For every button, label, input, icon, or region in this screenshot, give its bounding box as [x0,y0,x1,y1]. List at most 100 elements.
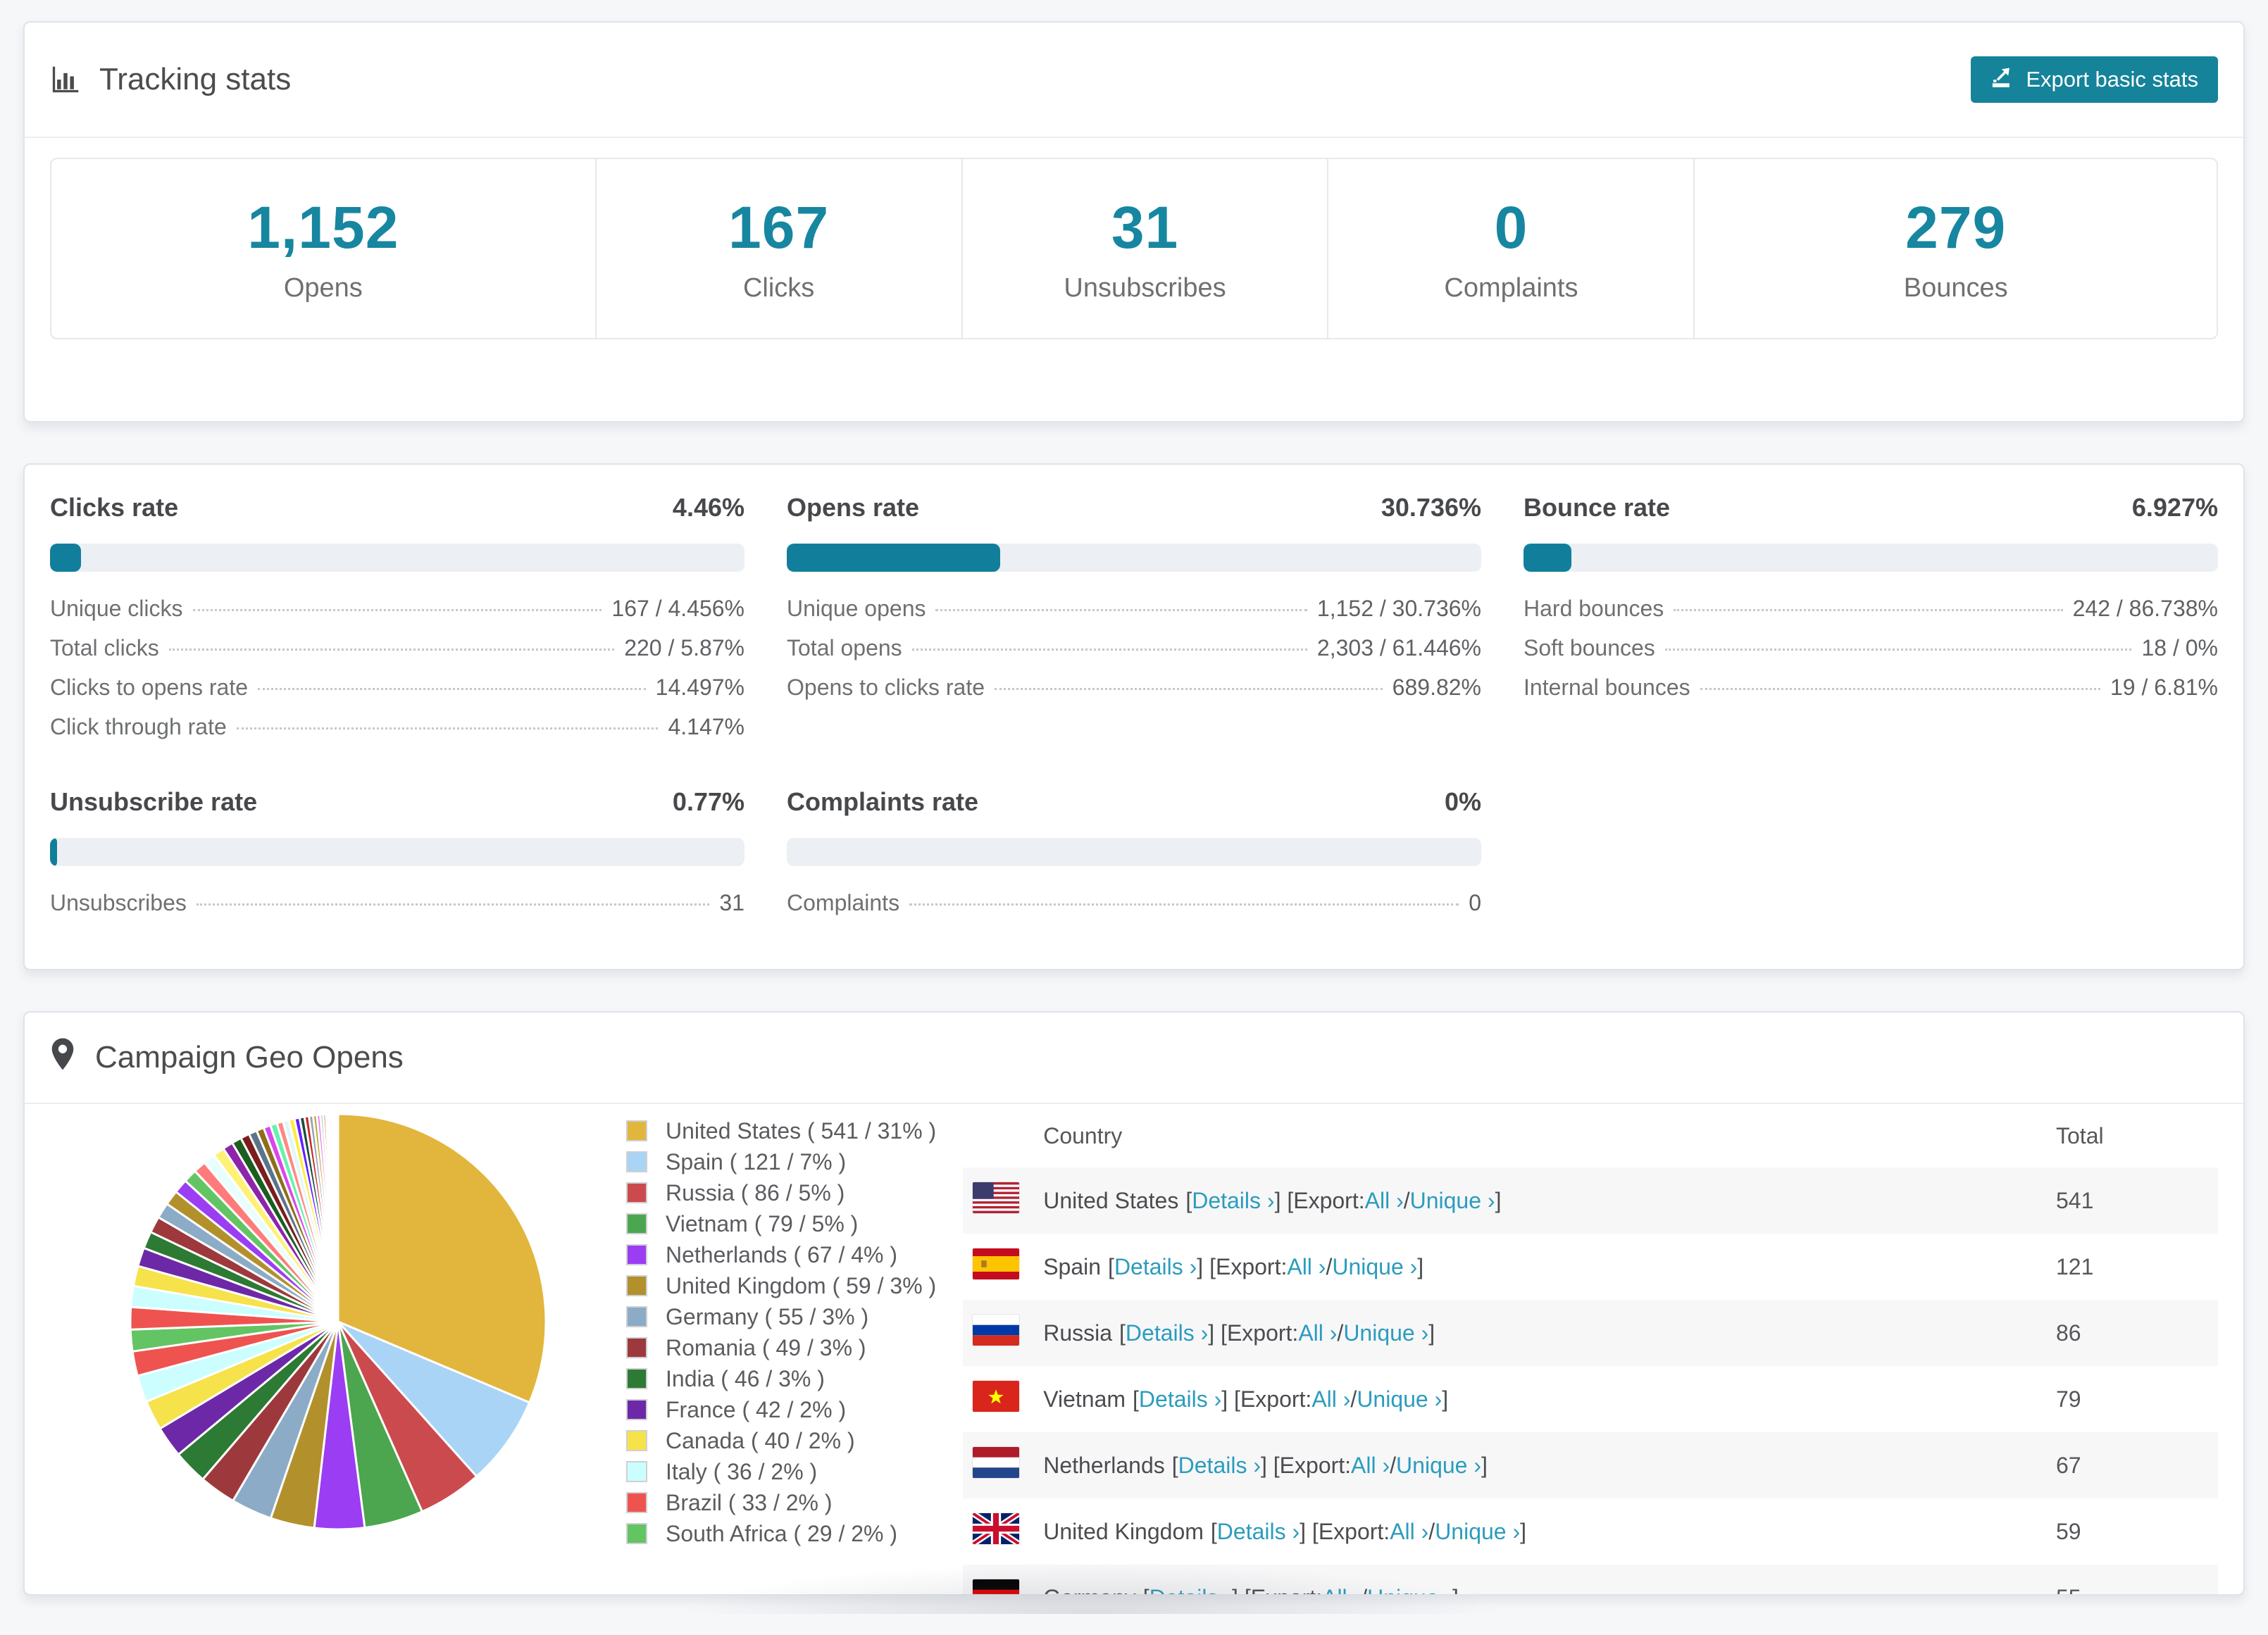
export-unique-link[interactable]: Unique › [1332,1254,1417,1280]
rate-percent: 6.927% [2132,493,2218,522]
rate-row-value: 242 / 86.738% [2073,596,2218,622]
export-basic-stats-button[interactable]: Export basic stats [1971,56,2218,103]
export-all-link[interactable]: All › [1287,1254,1326,1280]
legend-item[interactable]: Romania ( 49 / 3% ) [626,1332,936,1363]
legend-label: United States ( 541 / 31% ) [666,1118,936,1144]
legend-item[interactable]: Russia ( 86 / 5% ) [626,1177,936,1208]
details-link[interactable]: Details › [1192,1188,1274,1214]
geo-pie-chart[interactable] [123,1107,553,1540]
summary-label: Unsubscribes [1064,273,1226,303]
rate-title: Clicks rate [50,493,178,522]
dotted-leader [169,649,615,651]
legend-swatch [626,1244,647,1265]
legend-swatch [626,1430,647,1451]
legend-label: Netherlands ( 67 / 4% ) [666,1242,897,1268]
country-name: Spain [1043,1254,1101,1280]
geo-table-body: United States [Details ›] [Export: All ›… [963,1167,2218,1596]
legend-swatch [626,1368,647,1389]
geo-table-header: Country Total [963,1104,2218,1167]
rate-row-label: Unique opens [787,596,926,622]
rate-row-label: Soft bounces [1524,635,1655,661]
legend-item[interactable]: United Kingdom ( 59 / 3% ) [626,1270,936,1301]
legend-item[interactable]: South Africa ( 29 / 2% ) [626,1518,936,1549]
legend-item[interactable]: Vietnam ( 79 / 5% ) [626,1208,936,1239]
legend-swatch [626,1275,647,1296]
country-total: 86 [2056,1320,2218,1346]
details-link[interactable]: Details › [1126,1320,1208,1346]
rate-row-value: 4.147% [668,714,744,740]
country-flag-icon [973,1248,1043,1285]
rate-title: Bounce rate [1524,493,1670,522]
rate-row-label: Hard bounces [1524,596,1664,622]
geo-title: Campaign Geo Opens [95,1040,404,1075]
rate-title: Unsubscribe rate [50,787,257,817]
export-all-link[interactable]: All › [1365,1188,1404,1214]
pie-svg[interactable] [123,1107,553,1536]
legend-item[interactable]: Netherlands ( 67 / 4% ) [626,1239,936,1270]
tracking-stats-title: Tracking stats [50,62,291,97]
export-all-link[interactable]: All › [1390,1519,1428,1545]
table-row: Netherlands [Details ›] [Export: All › /… [963,1432,2218,1498]
legend-swatch [626,1120,647,1141]
rate-row-label: Total clicks [50,635,159,661]
legend-item[interactable]: Italy ( 36 / 2% ) [626,1456,936,1487]
legend-item[interactable]: India ( 46 / 3% ) [626,1363,936,1394]
dotted-leader [1674,609,2062,611]
dotted-leader [1700,688,2100,690]
export-unique-link[interactable]: Unique › [1367,1585,1452,1596]
details-link[interactable]: Details › [1178,1453,1261,1479]
country-name: Russia [1043,1320,1112,1346]
rate-row-value: 31 [719,890,744,916]
summary-boxes: 1,152 Opens 167 Clicks 31 Unsubscribes 0… [50,158,2218,339]
rate-row-label: Internal bounces [1524,675,1690,701]
legend-swatch [626,1492,647,1513]
geo-body: United States ( 541 / 31% ) Spain ( 121 … [25,1104,2243,1596]
legend-item[interactable]: Spain ( 121 / 7% ) [626,1146,936,1177]
rates-card: Clicks rate 4.46% Unique clicks 167 / 4.… [23,463,2245,970]
rate-row-label: Complaints [787,890,899,916]
details-link[interactable]: Details › [1114,1254,1197,1280]
rate-detail-row: Unique opens 1,152 / 30.736% [787,596,1481,635]
rate-row-label: Click through rate [50,714,227,740]
geo-header: Campaign Geo Opens [25,1013,2243,1104]
details-link[interactable]: Details › [1149,1585,1232,1596]
legend-item[interactable]: France ( 42 / 2% ) [626,1394,936,1425]
export-unique-link[interactable]: Unique › [1357,1386,1442,1412]
details-link[interactable]: Details › [1217,1519,1300,1545]
legend-item[interactable]: Canada ( 40 / 2% ) [626,1425,936,1456]
rate-detail-row: Opens to clicks rate 689.82% [787,675,1481,714]
summary-label: Opens [284,273,363,303]
summary-box: 31 Unsubscribes [963,159,1329,338]
legend-item[interactable]: United States ( 541 / 31% ) [626,1115,936,1146]
legend-label: Brazil ( 33 / 2% ) [666,1490,833,1516]
export-unique-link[interactable]: Unique › [1410,1188,1495,1214]
summary-box: 279 Bounces [1695,159,2217,338]
legend-item[interactable]: Brazil ( 33 / 2% ) [626,1487,936,1518]
summary-value: 31 [1111,194,1178,262]
export-all-link[interactable]: All › [1311,1386,1350,1412]
details-link[interactable]: Details › [1139,1386,1221,1412]
legend-item[interactable]: Germany ( 55 / 3% ) [626,1301,936,1332]
export-unique-link[interactable]: Unique › [1396,1453,1481,1479]
rate-detail-row: Total clicks 220 / 5.87% [50,635,744,675]
legend-label: Germany ( 55 / 3% ) [666,1304,868,1330]
dotted-leader [197,903,710,906]
export-all-link[interactable]: All › [1322,1585,1361,1596]
country-name: Netherlands [1043,1453,1165,1479]
export-unique-link[interactable]: Unique › [1435,1519,1520,1545]
export-all-link[interactable]: All › [1298,1320,1337,1346]
rate-row-label: Clicks to opens rate [50,675,248,701]
country-total: 121 [2056,1254,2218,1280]
export-all-link[interactable]: All › [1351,1453,1390,1479]
rate-title: Opens rate [787,493,919,522]
rate-panel: Bounce rate 6.927% Hard bounces 242 / 86… [1524,493,2218,753]
rate-row-value: 0 [1469,890,1481,916]
table-row: United Kingdom [Details ›] [Export: All … [963,1498,2218,1565]
country-flag-icon [973,1182,1043,1219]
rate-row-value: 167 / 4.456% [611,596,744,622]
export-icon [1990,65,2014,94]
country-total: 79 [2056,1386,2218,1412]
rate-row-label: Unique clicks [50,596,183,622]
map-pin-icon [50,1037,75,1079]
export-unique-link[interactable]: Unique › [1343,1320,1428,1346]
